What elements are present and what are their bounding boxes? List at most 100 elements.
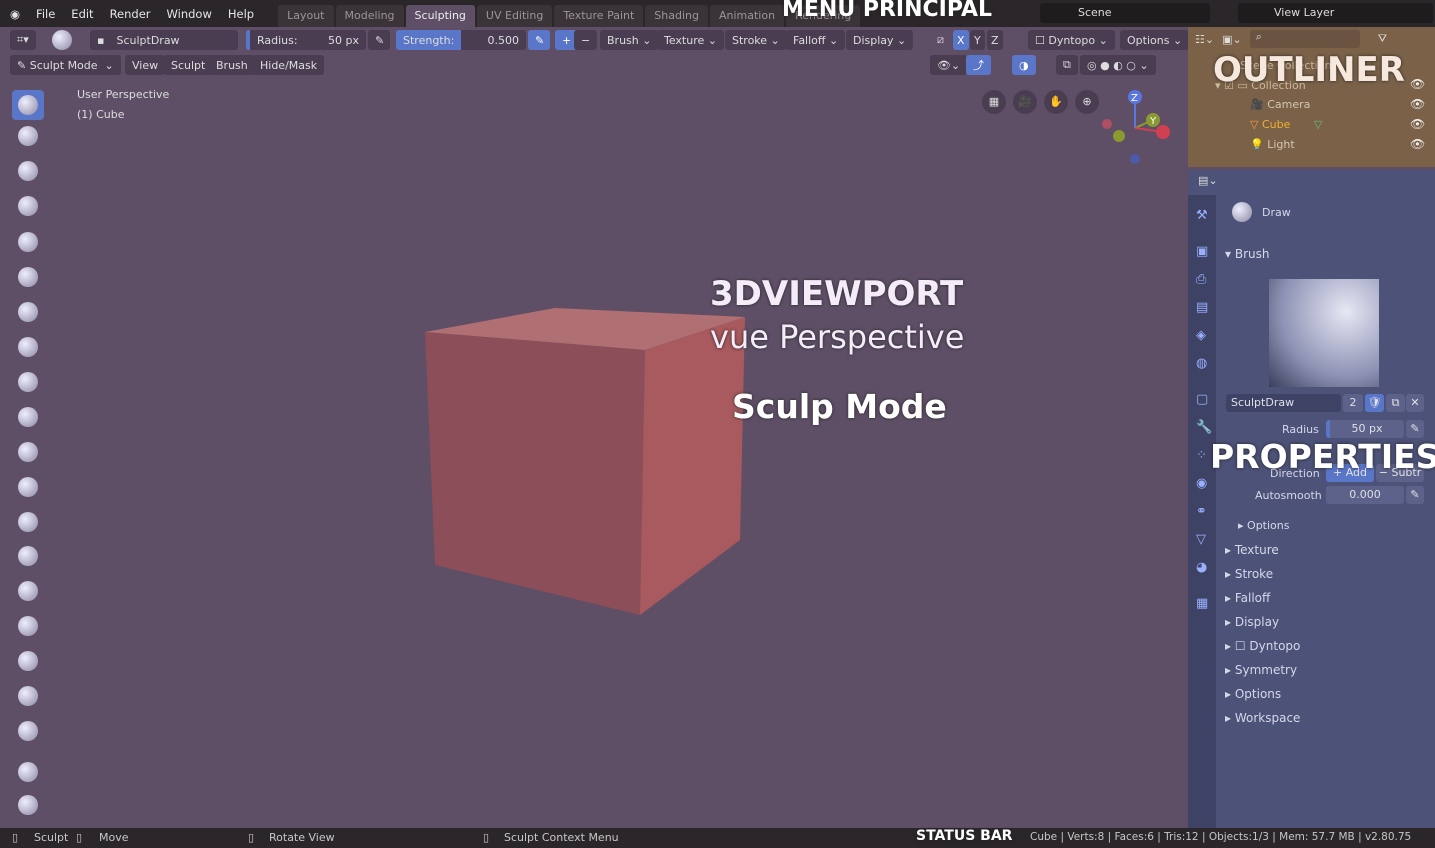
constraints-icon[interactable]: ⚭ [1196, 504, 1207, 519]
outliner-item-cube[interactable]: ▽ Cube ▽ [1250, 118, 1322, 131]
panel-display[interactable]: ▸ Display [1225, 615, 1279, 629]
panel-workspace[interactable]: ▸ Workspace [1225, 711, 1300, 725]
brush-name-field[interactable]: SculptDraw [1226, 394, 1341, 412]
sculpt-tool-icon[interactable] [12, 191, 44, 221]
duplicate-icon[interactable]: ⧉ [1386, 394, 1405, 412]
sculpt-tool-icon[interactable] [12, 121, 44, 151]
tab-modeling[interactable]: Modeling [335, 5, 404, 27]
radius-field[interactable]: 50 px [1326, 420, 1404, 438]
sculpt-tool-icon[interactable] [12, 681, 44, 711]
view-layer-icon[interactable]: ▤ [1196, 300, 1208, 315]
modifier-icon[interactable]: 🔧 [1196, 420, 1212, 435]
menu-hide-mask[interactable]: Hide/Mask [253, 55, 325, 75]
sculpt-tool-icon[interactable] [12, 227, 44, 257]
menu-view[interactable]: View [125, 55, 166, 75]
radius-field[interactable]: Radius: 50 px [246, 30, 366, 50]
stroke-dropdown[interactable]: Stroke ⌄ [725, 30, 787, 50]
cube-object[interactable] [420, 305, 750, 620]
tool-icon[interactable]: ⚒ [1196, 208, 1208, 223]
autosmooth-field[interactable]: 0.000 [1326, 486, 1404, 504]
texture-icon[interactable]: ▦ [1196, 596, 1208, 611]
unlink-icon[interactable]: ✕ [1406, 394, 1424, 412]
panel-stroke[interactable]: ▸ Stroke [1225, 567, 1273, 581]
tab-animation[interactable]: Animation [709, 5, 785, 27]
menu-window[interactable]: Window [159, 7, 220, 21]
data-icon[interactable]: ▽ [1196, 532, 1206, 547]
panel-brush[interactable]: ▾ Brush [1225, 247, 1269, 261]
outliner-item-light[interactable]: 💡 Light [1250, 138, 1295, 151]
render-icon[interactable]: ▣ [1196, 244, 1208, 259]
scene-icon[interactable]: ◈ [1196, 328, 1206, 343]
properties-type-icon[interactable]: ▤⌄ [1198, 174, 1218, 187]
shading-modes[interactable]: ◎ ● ◐ ○ ⌄ [1080, 55, 1156, 75]
visibility-eye-icon[interactable]: 👁 [1410, 77, 1425, 91]
axis-z-toggle[interactable]: Z [987, 30, 1003, 50]
visibility-icon[interactable]: 👁⌄ [930, 55, 968, 75]
axis-y-toggle[interactable]: Y [970, 30, 985, 50]
sculpt-tool-icon[interactable] [12, 156, 44, 186]
sculpt-tool-icon[interactable] [12, 646, 44, 676]
menu-help[interactable]: Help [220, 7, 262, 21]
radius-pressure-icon[interactable]: ✎ [1406, 420, 1424, 438]
sculpt-tool-icon[interactable] [12, 611, 44, 641]
view-layer-icon[interactable]: ▣⌄ [1222, 33, 1242, 46]
sculpt-tool-icon[interactable] [12, 90, 44, 120]
pan-hand-icon[interactable]: ✋ [1044, 90, 1068, 114]
menu-render[interactable]: Render [102, 7, 159, 21]
menu-edit[interactable]: Edit [63, 7, 101, 21]
sculpt-tool-icon[interactable] [12, 367, 44, 397]
blender-logo-icon[interactable]: ◉ [0, 7, 28, 21]
panel-falloff[interactable]: ▸ Falloff [1225, 591, 1270, 605]
panel-dyntopo[interactable]: ▸ ☐ Dyntopo [1225, 639, 1300, 653]
tab-texture-paint[interactable]: Texture Paint [554, 5, 644, 27]
sculpt-tool-icon[interactable] [12, 757, 44, 787]
view-layer-selector[interactable]: View Layer [1238, 3, 1433, 23]
subtract-direction-button[interactable]: − [574, 30, 598, 50]
menu-file[interactable]: File [28, 7, 63, 21]
visibility-eye-icon[interactable]: 👁 [1410, 117, 1425, 131]
sculpt-tool-icon[interactable] [12, 402, 44, 432]
menu-sculpt[interactable]: Sculpt [164, 55, 213, 75]
physics-icon[interactable]: ◉ [1196, 476, 1207, 491]
sculpt-tool-icon[interactable] [12, 297, 44, 327]
sculpt-tool-icon[interactable] [12, 716, 44, 746]
filter-icon[interactable]: ⛛ [1378, 32, 1387, 46]
axis-x-toggle[interactable]: X [953, 30, 969, 50]
navigation-gizmo[interactable]: Z Y [1095, 88, 1175, 168]
scene-selector[interactable]: Scene [1040, 3, 1210, 23]
fake-user-icon[interactable]: 🛡 [1365, 394, 1384, 412]
tab-shading[interactable]: Shading [645, 5, 708, 27]
visibility-eye-icon[interactable]: 👁 [1410, 97, 1425, 111]
overlay-toggle-icon[interactable]: ◑ [1012, 55, 1036, 75]
radius-pressure-icon[interactable]: ✎ [368, 30, 390, 50]
sculpt-mode-dropdown[interactable]: ✎ Sculpt Mode ⌄ [10, 55, 121, 75]
tool-settings-icon[interactable]: ⌗▾ [10, 30, 36, 50]
tab-layout[interactable]: Layout [278, 5, 334, 27]
object-icon[interactable]: ▢ [1196, 392, 1208, 407]
outliner-item-camera[interactable]: 🎥 Camera [1250, 98, 1310, 111]
gizmo-toggle-icon[interactable]: ⤴ [966, 55, 991, 75]
tab-sculpting[interactable]: Sculpting [405, 5, 475, 27]
sculpt-tool-icon[interactable] [12, 437, 44, 467]
falloff-dropdown[interactable]: Falloff ⌄ [786, 30, 846, 50]
camera-view-icon[interactable]: 🎥 [1013, 90, 1037, 114]
xray-icon[interactable]: ⧉ [1056, 55, 1078, 75]
dyntopo-toggle[interactable]: ☐ Dyntopo ⌄ [1028, 30, 1115, 50]
sculpt-tool-icon[interactable] [12, 507, 44, 537]
display-dropdown[interactable]: Display ⌄ [846, 30, 914, 50]
sculpt-tool-icon[interactable] [12, 332, 44, 362]
sculpt-tool-icon[interactable] [12, 576, 44, 606]
world-icon[interactable]: ◍ [1196, 356, 1207, 371]
sculpt-tool-icon[interactable] [12, 262, 44, 292]
menu-brush[interactable]: Brush [209, 55, 255, 75]
brush-thumbnail[interactable] [1269, 279, 1379, 387]
tab-uv-editing[interactable]: UV Editing [476, 5, 553, 27]
strength-field[interactable]: Strength: 0.500 [396, 30, 526, 50]
brush-name-field[interactable]: ▪ SculptDraw [90, 30, 238, 50]
brush-dropdown[interactable]: Brush ⌄ [600, 30, 659, 50]
visibility-eye-icon[interactable]: 👁 [1410, 137, 1425, 151]
panel-symmetry[interactable]: ▸ Symmetry [1225, 663, 1297, 677]
material-icon[interactable]: ◕ [1196, 560, 1207, 575]
subpanel-options[interactable]: ▸ Options [1238, 519, 1289, 532]
display-mode-icon[interactable]: ☷⌄ [1195, 33, 1214, 46]
